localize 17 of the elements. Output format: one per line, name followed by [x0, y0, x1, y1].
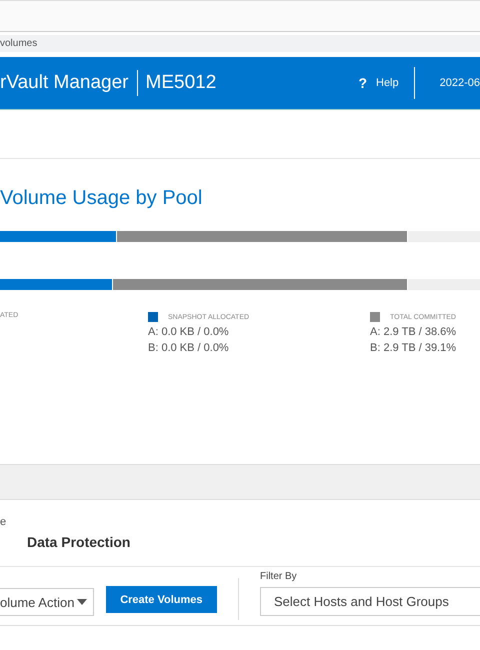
heading-fragment: e — [0, 516, 8, 528]
help-link[interactable]: ? Help — [358, 67, 415, 99]
app-title: rVault Manager — [0, 70, 138, 96]
system-name: ME5012 — [144, 72, 216, 94]
create-volumes-button[interactable]: Create Volumes — [106, 586, 218, 613]
address-text: volumes — [0, 38, 38, 49]
card-title: Volume Usage by Pool — [0, 187, 204, 210]
legend-value: A: 2.9 TB / 38.6% — [370, 326, 458, 338]
legend-value: A: 0.0 KB / 0.0% — [148, 326, 230, 338]
caret-icon — [76, 599, 87, 605]
filter-field[interactable]: Select Hosts and Host Groups — [260, 587, 480, 616]
data-protection-tab[interactable]: Data Protection — [27, 534, 130, 550]
legend-value: B: 2.9 TB / 39.1% — [370, 342, 458, 354]
filter-label: Filter By — [260, 571, 298, 582]
volume-action-select[interactable]: olume Action — [0, 588, 94, 616]
legend-value: B: 0.0 KB / 0.0% — [148, 342, 230, 354]
date-text: 2022-06 — [440, 77, 480, 89]
